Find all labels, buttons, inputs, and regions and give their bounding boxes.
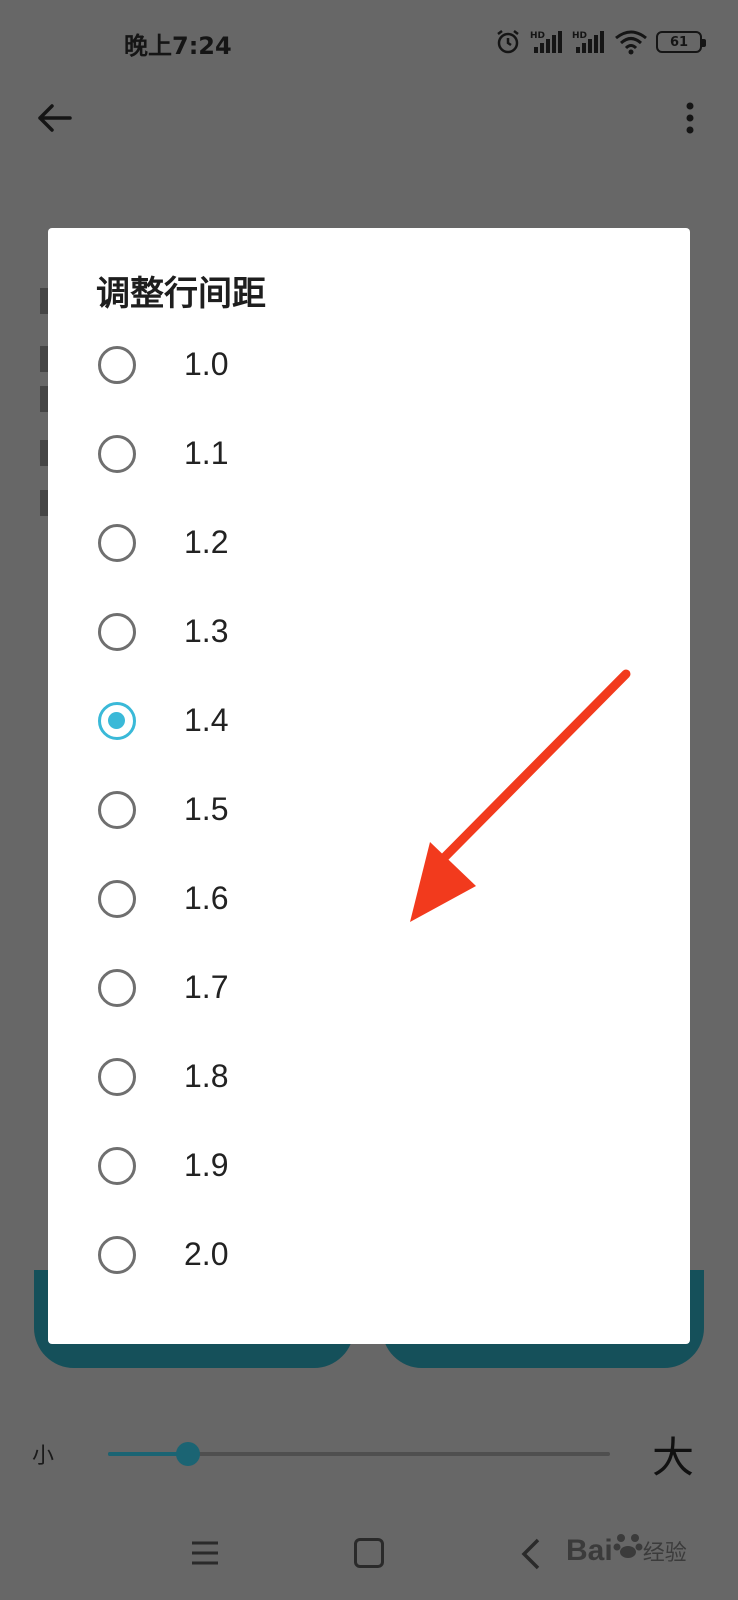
font-size-slider-thumb[interactable] [176, 1442, 201, 1466]
slider-large-label: 大 [651, 1433, 694, 1482]
option-label: 1.6 [184, 880, 229, 916]
baidu-watermark: Bai 经验 [566, 1530, 687, 1568]
alarm-icon [497, 30, 519, 54]
wifi-icon [615, 30, 647, 55]
option-1-3[interactable]: 1.3 [48, 589, 690, 679]
option-label: 1.1 [184, 435, 229, 471]
option-label: 1.7 [184, 969, 229, 1005]
radio-button[interactable] [98, 1236, 136, 1274]
home-button-icon[interactable] [354, 1538, 384, 1568]
dialog-title: 调整行间距 [96, 274, 266, 314]
back-arrow-icon[interactable] [34, 98, 74, 138]
option-1-9[interactable]: 1.9 [48, 1123, 690, 1213]
watermark-suffix: 经验 [642, 1540, 687, 1565]
radio-button[interactable] [98, 969, 136, 1007]
option-1-7[interactable]: 1.7 [48, 945, 690, 1035]
radio-button[interactable] [98, 791, 136, 829]
radio-button[interactable] [98, 613, 136, 651]
option-label: 1.4 [184, 702, 229, 738]
status-icons: HD HD 61 [494, 28, 706, 56]
system-nav-bar: Bai 经验 [0, 1520, 738, 1600]
option-label: 1.5 [184, 791, 229, 827]
option-1-0[interactable]: 1.0 [48, 322, 690, 412]
option-1-8[interactable]: 1.8 [48, 1034, 690, 1124]
option-1-6[interactable]: 1.6 [48, 856, 690, 946]
radio-button[interactable] [98, 1058, 136, 1096]
watermark-brand: Bai [566, 1534, 613, 1567]
slider-small-label: 小 [32, 1444, 55, 1469]
option-label: 2.0 [184, 1236, 229, 1272]
baidu-paw-icon [613, 1534, 643, 1558]
recents-menu-icon[interactable] [190, 1538, 220, 1568]
radio-button[interactable] [98, 702, 136, 740]
radio-button[interactable] [98, 524, 136, 562]
option-1-2[interactable]: 1.2 [48, 500, 690, 590]
option-1-5[interactable]: 1.5 [48, 767, 690, 857]
option-label: 1.2 [184, 524, 229, 560]
radio-button[interactable] [98, 346, 136, 384]
option-label: 1.0 [184, 346, 229, 382]
option-1-1[interactable]: 1.1 [48, 411, 690, 501]
battery-level: 61 [669, 34, 689, 50]
line-spacing-dialog: 调整行间距 1.0 1.1 1.2 1.3 1.4 1.5 1.6 1.7 1.… [48, 228, 690, 1344]
svg-text:HD: HD [530, 31, 545, 41]
nav-back-icon[interactable] [518, 1536, 544, 1572]
signal-hd-icon: HD [572, 31, 604, 53]
option-label: 1.8 [184, 1058, 229, 1094]
radio-button[interactable] [98, 1147, 136, 1185]
more-vert-icon[interactable] [680, 98, 700, 138]
option-label: 1.9 [184, 1147, 229, 1183]
app-bar [0, 84, 738, 164]
signal-hd-icon: HD [530, 31, 562, 53]
status-bar: 晚上7:24 HD HD 61 [0, 0, 738, 84]
option-1-4[interactable]: 1.4 [48, 678, 690, 768]
svg-text:HD: HD [572, 31, 587, 41]
battery-icon: 61 [656, 31, 706, 53]
radio-button[interactable] [98, 880, 136, 918]
radio-button[interactable] [98, 435, 136, 473]
option-2-0[interactable]: 2.0 [48, 1212, 690, 1302]
option-label: 1.3 [184, 613, 229, 649]
status-time: 晚上7:24 [124, 32, 232, 60]
